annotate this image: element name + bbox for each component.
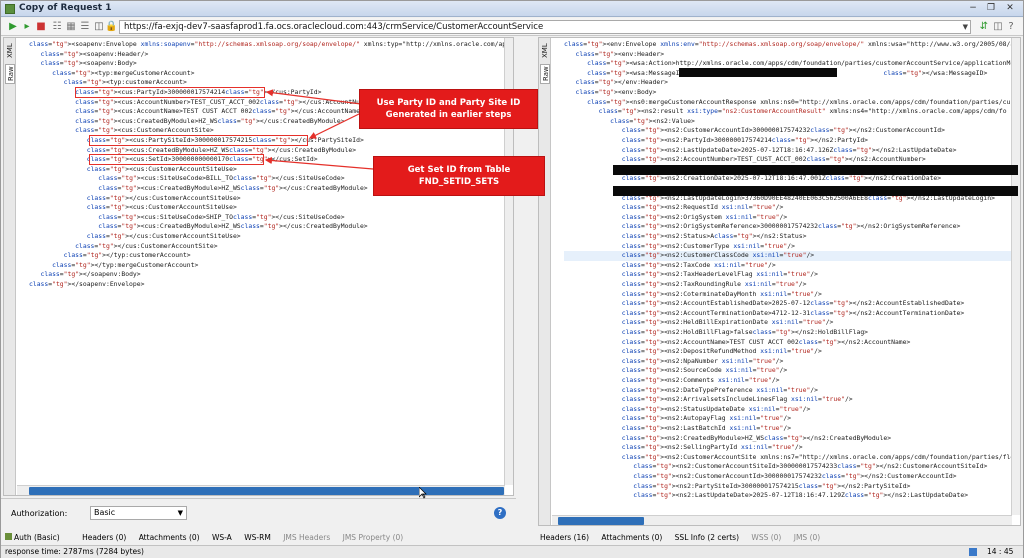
redacted-line-1	[613, 165, 1018, 175]
tab-ws-rm[interactable]: WS-RM	[244, 533, 271, 542]
format-icon	[969, 548, 977, 556]
chevron-down-icon[interactable]: ▼	[178, 507, 183, 519]
key-icon	[5, 533, 12, 540]
soapui-window: Copy of Request 1 − ❐ ✕ ▶ ▸ ■ ☷ ▦ ☰ ◫ 🔒 …	[0, 0, 1024, 558]
callout-arrows	[264, 89, 374, 170]
set-id-arrow	[264, 156, 374, 170]
tab-auth-label: Auth (Basic)	[14, 533, 60, 542]
mouse-cursor-icon	[419, 487, 427, 499]
response-bottom-tabs: Headers (16) Attachments (0) SSL Info (2…	[540, 531, 830, 544]
status-bar: response time: 2787ms (7284 bytes) 14 : …	[1, 545, 1023, 558]
tab-ssl-info[interactable]: SSL Info (2 certs)	[675, 533, 739, 542]
party-site-id-arrow	[308, 112, 362, 139]
tab-response-headers[interactable]: Headers (16)	[540, 533, 589, 542]
tab-wss[interactable]: WSS (0)	[751, 533, 781, 542]
tab-auth[interactable]: Auth (Basic)	[5, 533, 72, 542]
authorization-label: Authorization:	[11, 509, 68, 518]
tab-jms-property[interactable]: JMS Property (0)	[343, 533, 404, 542]
party-id-arrow	[265, 89, 362, 105]
tab-ws-a[interactable]: WS-A	[212, 533, 232, 542]
help-icon[interactable]: ?	[494, 507, 506, 519]
tab-response-attachments[interactable]: Attachments (0)	[601, 533, 662, 542]
authorization-select[interactable]: Basic ▼	[90, 506, 187, 520]
tab-headers[interactable]: Headers (0)	[82, 533, 126, 542]
response-time: response time: 2787ms (7284 bytes)	[5, 547, 144, 556]
message-id-redaction	[679, 68, 837, 77]
redacted-line-2	[613, 186, 1018, 196]
cursor-position: 14 : 45	[987, 547, 1014, 556]
party-id-callout: Use Party ID and Party Site ID Generated…	[359, 89, 538, 129]
tab-jms[interactable]: JMS (0)	[794, 533, 820, 542]
authorization-bar: Authorization: Basic ▼ ?	[1, 498, 516, 530]
authorization-value: Basic	[94, 508, 116, 517]
request-bottom-tabs: Auth (Basic) Headers (0) Attachments (0)…	[5, 531, 413, 544]
tab-jms-headers[interactable]: JMS Headers	[283, 533, 330, 542]
tab-attachments[interactable]: Attachments (0)	[139, 533, 200, 542]
set-id-callout: Get Set ID from Table FND_SETID_SETS	[373, 156, 545, 196]
